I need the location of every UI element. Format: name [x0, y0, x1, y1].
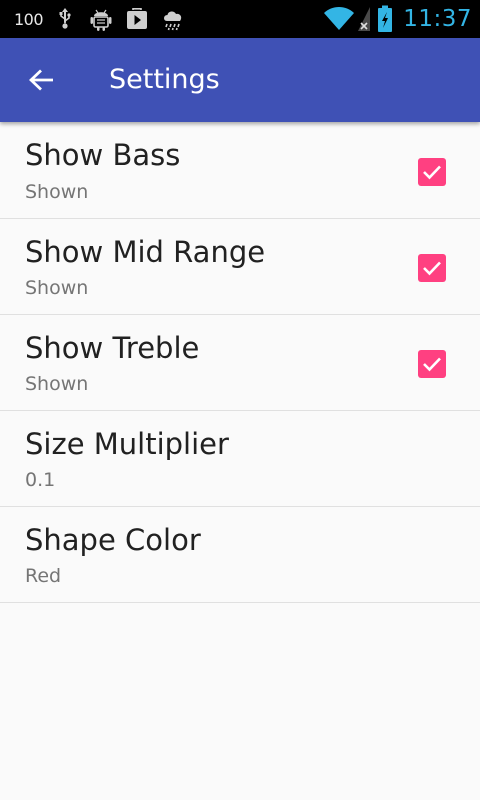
status-notifications: 100 [14, 0, 197, 38]
checkmark-icon [423, 261, 441, 276]
battery-level-text: 100 [14, 9, 44, 29]
back-button[interactable] [18, 56, 66, 104]
pref-title: Show Treble [25, 331, 200, 365]
no-signal-icon [357, 5, 371, 33]
pref-size-multiplier[interactable]: Size Multiplier 0.1 [0, 411, 480, 507]
pref-title: Show Bass [25, 138, 181, 172]
wifi-icon [323, 6, 355, 32]
arrow-back-icon [29, 69, 53, 91]
status-clock: 11:37 [403, 6, 472, 32]
pref-summary: Shown [25, 277, 89, 299]
show-bass-checkbox[interactable] [418, 158, 446, 186]
show-mid-range-checkbox[interactable] [418, 254, 446, 282]
pref-title: Shape Color [25, 523, 201, 557]
pref-summary: Shown [25, 373, 89, 395]
pref-summary: Red [25, 565, 62, 587]
pref-show-bass[interactable]: Show Bass Shown [0, 122, 480, 219]
pref-title: Size Multiplier [25, 427, 229, 461]
android-debug-icon [89, 7, 113, 31]
pref-title: Show Mid Range [25, 235, 266, 269]
pref-shape-color[interactable]: Shape Color Red [0, 507, 480, 603]
status-bar: 100 11:37 [0, 0, 480, 38]
show-treble-checkbox[interactable] [418, 350, 446, 378]
checkmark-icon [423, 165, 441, 180]
play-store-icon [125, 7, 149, 31]
pref-show-treble[interactable]: Show Treble Shown [0, 315, 480, 411]
weather-rain-icon [161, 7, 185, 31]
battery-charging-icon [377, 5, 393, 33]
pref-show-mid-range[interactable]: Show Mid Range Shown [0, 219, 480, 315]
status-system-icons: 11:37 [323, 0, 472, 38]
usb-icon [53, 7, 77, 31]
checkmark-icon [423, 357, 441, 372]
pref-summary: 0.1 [25, 469, 56, 491]
preferences-list: Show Bass Shown Show Mid Range Shown Sho… [0, 122, 480, 603]
page-title: Settings [109, 64, 220, 95]
pref-summary: Shown [25, 181, 89, 203]
app-bar: Settings [0, 38, 480, 122]
